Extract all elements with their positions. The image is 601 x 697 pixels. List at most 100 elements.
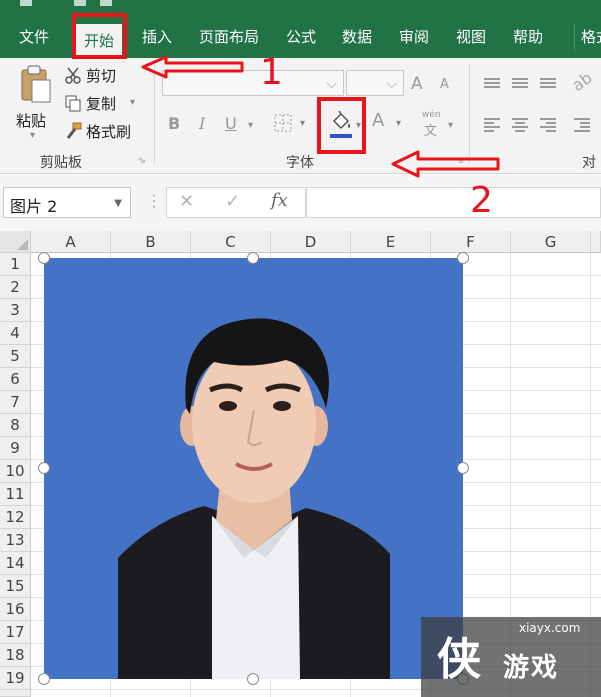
name-box-dropdown-icon[interactable]: ▼ <box>114 198 122 209</box>
tab-help[interactable]: 帮助 <box>507 23 549 51</box>
ribbon-home: 粘贴 ▾ 剪切 复制 ▾ 格式刷 剪贴板 ⬂ ⌵ ⌵ A A B I U ▾ ▾… <box>0 58 601 191</box>
font-size-combobox[interactable]: ⌵ <box>346 70 404 96</box>
site-watermark: 侠 xiayx.com 游戏 <box>421 617 601 697</box>
borders-dropdown-icon[interactable]: ▾ <box>300 118 305 129</box>
watermark-logo: 侠 <box>437 634 481 685</box>
row-header-16[interactable]: 16 <box>0 598 31 621</box>
select-all-button[interactable] <box>0 231 31 253</box>
format-painter-button[interactable]: 格式刷 <box>62 120 142 142</box>
row-header-6[interactable]: 6 <box>0 368 31 391</box>
align-left-icon[interactable] <box>484 116 500 134</box>
borders-button[interactable]: ▾ <box>274 114 306 134</box>
insert-function-button[interactable]: fx <box>271 190 288 211</box>
underline-button[interactable]: U <box>225 114 237 133</box>
formula-buttons: ✕ ✓ fx <box>166 187 306 218</box>
highlight-box-home-tab <box>72 13 127 59</box>
resize-handle-left[interactable] <box>38 462 50 474</box>
tab-view[interactable]: 视图 <box>450 23 492 51</box>
align-center-icon[interactable] <box>512 116 528 134</box>
row-header-10[interactable]: 10 <box>0 460 31 483</box>
tab-review[interactable]: 审阅 <box>393 23 435 51</box>
row-header-8[interactable]: 8 <box>0 414 31 437</box>
row-header-9[interactable]: 9 <box>0 437 31 460</box>
cancel-formula-button[interactable]: ✕ <box>179 191 194 212</box>
phonetic-button[interactable]: wén 文 ▾ <box>420 110 456 140</box>
paste-button[interactable]: 粘贴 ▾ <box>12 64 56 141</box>
redo-icon[interactable] <box>100 0 112 6</box>
row-header-12[interactable]: 12 <box>0 506 31 529</box>
formula-bar-grip-icon: ⋮ <box>146 191 162 210</box>
portrait-photo <box>118 318 390 679</box>
column-header-f[interactable]: F <box>431 231 511 253</box>
font-color-dropdown-icon[interactable]: ▾ <box>396 118 401 129</box>
font-name-dropdown-icon[interactable]: ⌵ <box>326 76 337 92</box>
column-header-c[interactable]: C <box>191 231 271 253</box>
row-header-14[interactable]: 14 <box>0 552 31 575</box>
enter-formula-button[interactable]: ✓ <box>225 191 240 212</box>
row-header-19[interactable]: 19 <box>0 667 31 690</box>
tab-formulas[interactable]: 公式 <box>280 23 322 51</box>
resize-handle-top[interactable] <box>247 252 259 264</box>
row-header-20[interactable] <box>0 690 31 697</box>
save-icon[interactable] <box>20 0 32 6</box>
row-header-5[interactable]: 5 <box>0 345 31 368</box>
underline-dropdown-icon[interactable]: ▾ <box>248 120 253 131</box>
bold-button[interactable]: B <box>168 114 180 133</box>
copy-icon <box>65 95 81 112</box>
column-header-a[interactable]: A <box>31 231 111 253</box>
copy-button[interactable]: 复制 ▾ <box>62 92 142 114</box>
font-size-dropdown-icon[interactable]: ⌵ <box>386 76 397 92</box>
font-group-label: 字体 <box>286 155 314 171</box>
column-header-g[interactable]: G <box>511 231 591 253</box>
undo-icon[interactable] <box>74 0 86 6</box>
resize-handle-bottom-left[interactable] <box>38 673 50 685</box>
inserted-picture[interactable] <box>44 258 463 679</box>
column-header-h[interactable] <box>591 231 601 253</box>
resize-handle-right[interactable] <box>457 462 469 474</box>
row-header-11[interactable]: 11 <box>0 483 31 506</box>
row-header-4[interactable]: 4 <box>0 322 31 345</box>
row-header-7[interactable]: 7 <box>0 391 31 414</box>
italic-button[interactable]: I <box>199 114 205 133</box>
row-header-13[interactable]: 13 <box>0 529 31 552</box>
column-header-d[interactable]: D <box>271 231 351 253</box>
grow-font-button[interactable]: A <box>411 74 423 94</box>
name-box[interactable]: 图片 2 ▼ <box>3 187 131 218</box>
column-header-e[interactable]: E <box>351 231 431 253</box>
row-header-3[interactable]: 3 <box>0 299 31 322</box>
watermark-text: 游戏 <box>503 653 560 683</box>
step-number-2: 2 <box>470 180 493 221</box>
align-right-icon[interactable] <box>540 116 556 134</box>
column-header-b[interactable]: B <box>111 231 191 253</box>
align-middle-icon[interactable] <box>512 76 528 90</box>
shrink-font-button[interactable]: A <box>440 77 449 92</box>
tab-file[interactable]: 文件 <box>12 23 56 51</box>
title-bar <box>0 0 601 12</box>
cut-button[interactable]: 剪切 <box>62 64 142 86</box>
row-header-15[interactable]: 15 <box>0 575 31 598</box>
row-header-18[interactable]: 18 <box>0 644 31 667</box>
paste-label: 粘贴 <box>16 112 47 130</box>
resize-handle-top-left[interactable] <box>38 252 50 264</box>
tab-picture-format[interactable]: 格式 <box>574 23 601 51</box>
cut-label: 剪切 <box>86 67 117 85</box>
formula-input[interactable] <box>306 187 601 218</box>
copy-dropdown-icon[interactable]: ▾ <box>130 97 135 108</box>
resize-handle-bottom[interactable] <box>247 673 259 685</box>
phonetic-dropdown-icon[interactable]: ▾ <box>448 120 453 131</box>
row-header-17[interactable]: 17 <box>0 621 31 644</box>
decrease-indent-icon[interactable] <box>574 116 590 134</box>
row-header-2[interactable]: 2 <box>0 276 31 299</box>
tab-page-layout[interactable]: 页面布局 <box>194 23 264 51</box>
align-bottom-icon[interactable] <box>540 76 556 90</box>
tab-insert[interactable]: 插入 <box>136 23 178 51</box>
resize-handle-top-right[interactable] <box>457 252 469 264</box>
align-top-icon[interactable] <box>484 76 500 90</box>
font-color-button[interactable]: A ▾ <box>370 110 404 140</box>
clipboard-launcher-icon[interactable]: ⬂ <box>138 156 146 166</box>
orientation-icon[interactable]: ab <box>568 68 595 95</box>
paste-dropdown-icon[interactable]: ▾ <box>30 130 35 141</box>
row-header-1[interactable]: 1 <box>0 253 31 276</box>
tab-data[interactable]: 数据 <box>336 23 378 51</box>
step-number-1: 1 <box>260 52 283 93</box>
